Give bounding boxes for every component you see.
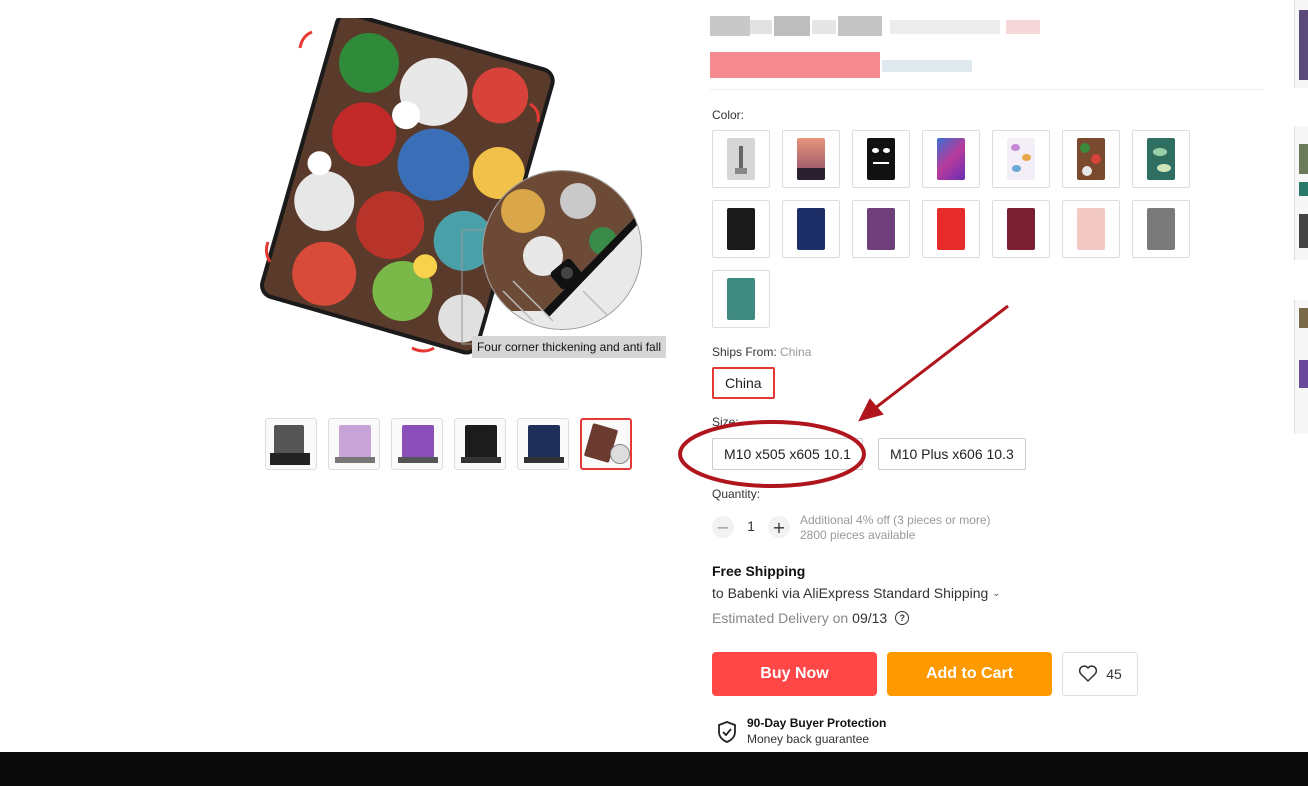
callout-connector <box>461 229 484 345</box>
color-option-sunset-city[interactable] <box>782 130 840 188</box>
main-product-image[interactable]: Four corner thickening and anti fall <box>236 8 668 380</box>
annotation-arrow-head <box>858 398 884 422</box>
quantity-discount-note: Additional 4% off (3 pieces or more) <box>800 513 991 527</box>
product-title-blurred <box>710 12 1040 40</box>
buyer-protection-subtitle: Money back guarantee <box>747 732 870 746</box>
product-price-blurred <box>710 52 972 78</box>
color-option-red[interactable] <box>922 200 980 258</box>
side-recommendation-1[interactable] <box>1294 0 1308 88</box>
quantity-available: 2800 pieces available <box>800 528 916 542</box>
color-option-green-leaves[interactable] <box>1132 130 1190 188</box>
side-recommendation-2[interactable] <box>1294 126 1308 260</box>
estimated-delivery-date: 09/13 <box>852 610 888 626</box>
buy-now-button[interactable]: Buy Now <box>712 652 877 696</box>
color-option-eiffel-tower[interactable] <box>712 130 770 188</box>
color-option-pink[interactable] <box>1062 200 1120 258</box>
quantity-value[interactable]: 1 <box>740 518 762 534</box>
thumbnail-galaxy-stand[interactable] <box>391 418 443 470</box>
image-caption: Four corner thickening and anti fall <box>472 336 666 358</box>
shipping-destination-row[interactable]: to Babenki via AliExpress Standard Shipp… <box>712 585 1001 601</box>
annotation-overlay <box>678 304 1009 488</box>
side-recommendation-3[interactable] <box>1294 300 1308 434</box>
thumbnail-black-stand[interactable] <box>454 418 506 470</box>
color-option-black[interactable] <box>712 200 770 258</box>
color-option-navy[interactable] <box>782 200 840 258</box>
buyer-protection-title: 90-Day Buyer Protection <box>747 716 887 730</box>
thumbnail-graffiti-set[interactable] <box>265 418 317 470</box>
shield-check-icon <box>716 720 738 748</box>
wishlist-count: 45 <box>1106 666 1122 682</box>
thumbnail-strip <box>265 418 632 470</box>
color-option-purple[interactable] <box>852 200 910 258</box>
estimated-delivery-row: Estimated Delivery on 09/13 ? <box>712 610 910 626</box>
annotation-ellipse <box>678 420 866 488</box>
thumbnail-graffiti-selected[interactable] <box>580 418 632 470</box>
thumbnail-butterfly-stand[interactable] <box>328 418 380 470</box>
quantity-decrease-button[interactable]: − <box>712 516 734 538</box>
annotation-arrow-line <box>869 304 1009 414</box>
color-label: Color: <box>712 108 745 122</box>
quantity-increase-button[interactable]: + <box>768 516 790 538</box>
wishlist-button[interactable]: 45 <box>1062 652 1138 696</box>
corner-zoom-callout <box>482 170 642 330</box>
shipping-title: Free Shipping <box>712 563 806 579</box>
estimated-delivery-label: Estimated Delivery on <box>712 610 849 626</box>
shipping-destination: to Babenki via AliExpress Standard Shipp… <box>712 585 989 601</box>
color-option-dont-touch-me[interactable] <box>852 130 910 188</box>
help-icon[interactable]: ? <box>895 611 910 625</box>
color-option-galaxy[interactable] <box>922 130 980 188</box>
color-option-wine[interactable] <box>992 200 1050 258</box>
color-option-graffiti[interactable] <box>1062 130 1120 188</box>
color-option-gray[interactable] <box>1132 200 1190 258</box>
add-to-cart-button[interactable]: Add to Cart <box>887 652 1052 696</box>
taskbar <box>0 752 1308 786</box>
header-divider <box>710 89 1265 90</box>
thumbnail-navy-stand[interactable] <box>517 418 569 470</box>
heart-icon <box>1079 665 1098 683</box>
color-option-butterflies[interactable] <box>992 130 1050 188</box>
chevron-down-icon: ⌄ <box>992 587 1001 599</box>
